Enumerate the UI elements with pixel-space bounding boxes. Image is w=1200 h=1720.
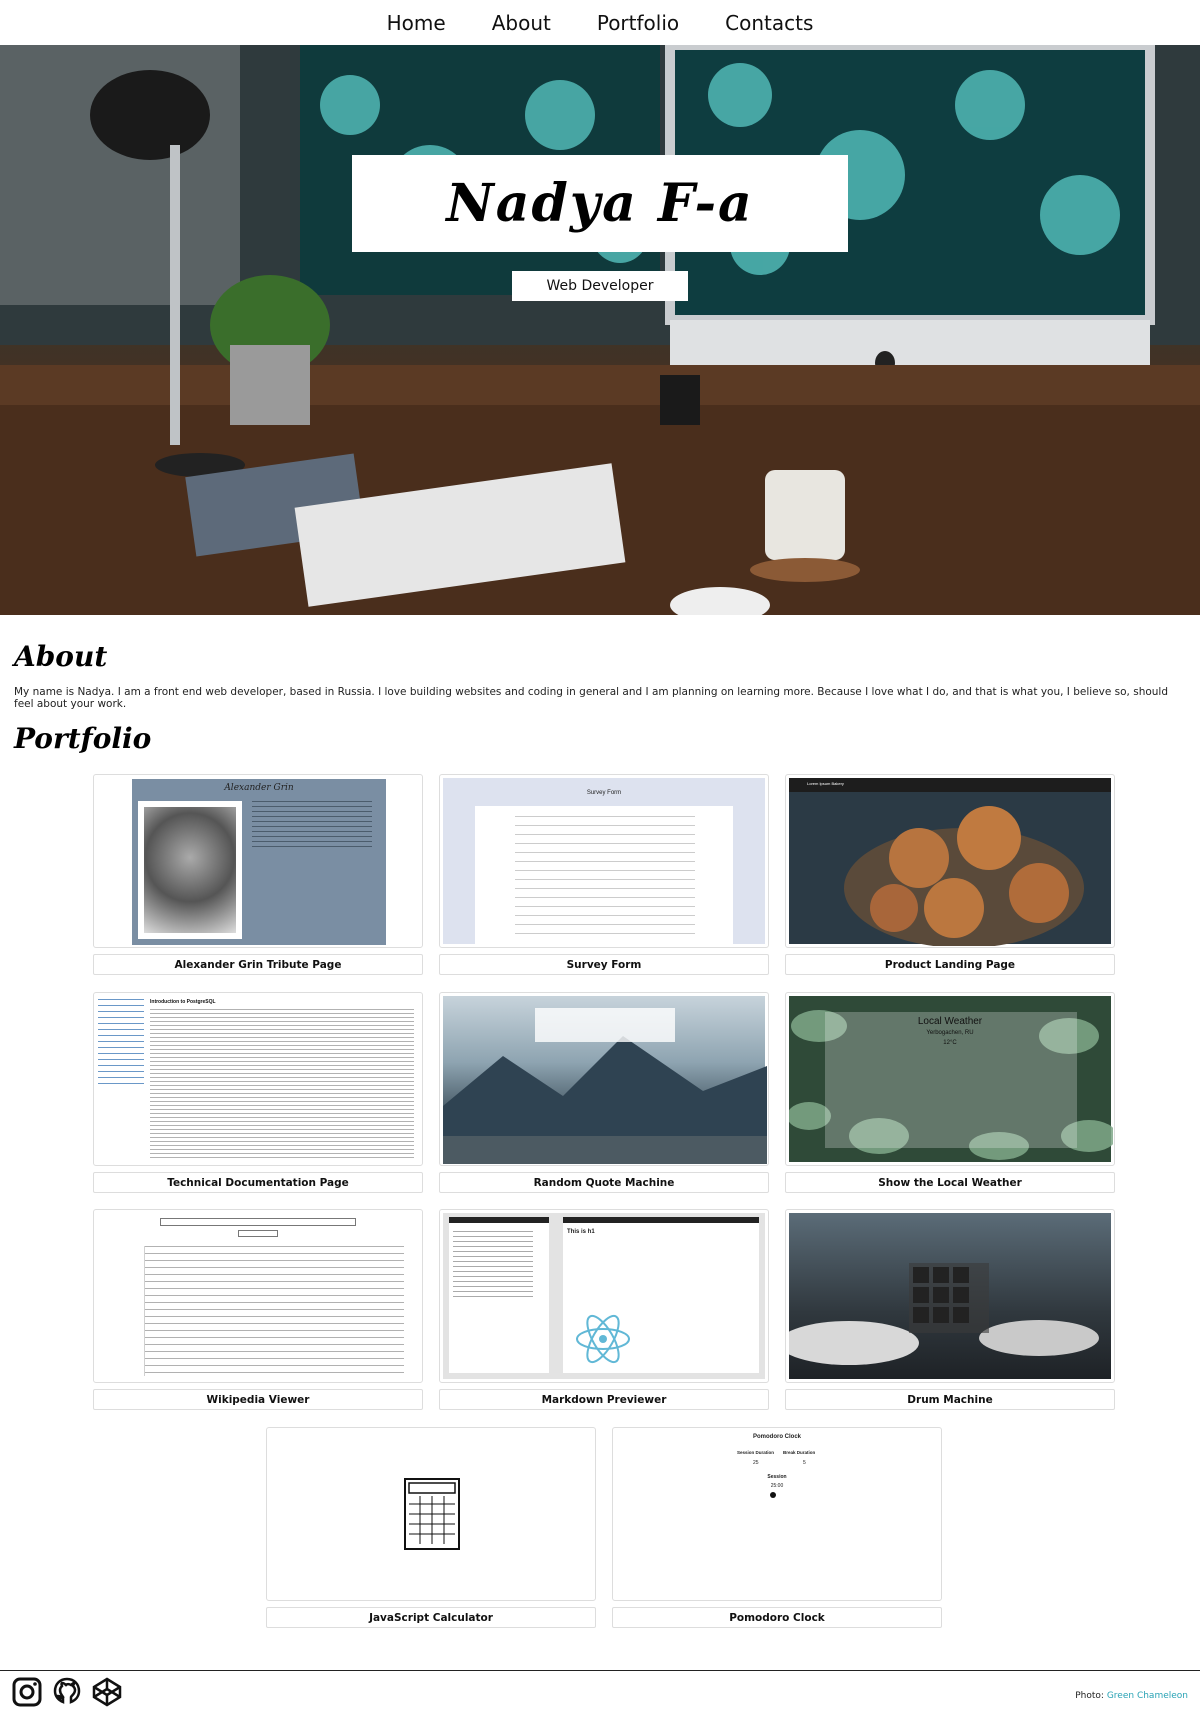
docs-thumb-title: Introduction to PostgreSQL <box>150 999 216 1005</box>
survey-thumbnail-bg: Survey Form <box>443 778 765 946</box>
project-thumbnail[interactable]: Lorem Ipsum Bakery <box>785 774 1115 948</box>
photo-credit: Photo: Green Chameleon <box>1075 1691 1188 1701</box>
wiki-search-input <box>160 1218 356 1226</box>
markdown-thumbnail-bg: This is h1 <box>443 1213 765 1379</box>
project-label[interactable]: Drum Machine <box>785 1389 1115 1410</box>
nav-contacts-link[interactable]: Contacts <box>725 11 813 35</box>
project-thumbnail[interactable] <box>785 1209 1115 1383</box>
project-label[interactable]: Alexander Grin Tribute Page <box>93 954 423 975</box>
pomodoro-mode: Session <box>767 1474 787 1480</box>
project-card-wiki[interactable]: Wikipedia Viewer <box>93 1209 423 1410</box>
project-card-drum[interactable]: Drum Machine <box>785 1209 1115 1410</box>
about-text: My name is Nadya. I am a front end web d… <box>14 686 1169 710</box>
grin-thumbnail-bg: Alexander Grin <box>132 779 386 945</box>
pomodoro-session-label: Session Duration <box>737 1450 775 1455</box>
project-card-weather[interactable]: Local Weather Yerbogachen, RU 12°C Show … <box>785 992 1115 1193</box>
project-thumbnail[interactable]: Survey Form <box>439 774 769 948</box>
grin-thumb-title: Alexander Grin <box>224 783 294 793</box>
cookies-image <box>844 806 1084 946</box>
hero-name: Nadya F-a <box>446 173 754 234</box>
portfolio-heading: Portfolio <box>14 722 152 755</box>
weather-city: Yerbogachen, RU <box>926 1030 974 1036</box>
markdown-thumb-title: This is h1 <box>567 1229 595 1235</box>
credit-link[interactable]: Green Chameleon <box>1107 1691 1188 1701</box>
pomodoro-break-label: Break Duration <box>783 1450 816 1455</box>
github-icon[interactable] <box>52 1677 82 1707</box>
project-label[interactable]: Product Landing Page <box>785 954 1115 975</box>
grin-portrait-image <box>138 801 242 939</box>
project-label[interactable]: Show the Local Weather <box>785 1172 1115 1193</box>
project-thumbnail[interactable]: Introduction to PostgreSQL <box>93 992 423 1166</box>
project-label[interactable]: Markdown Previewer <box>439 1389 769 1410</box>
hero-background-image <box>0 45 1200 615</box>
hero-title-box: Nadya F-a <box>352 155 848 252</box>
survey-form-panel <box>475 806 733 946</box>
docs-sidebar <box>98 999 144 1089</box>
react-logo-icon <box>576 1314 630 1364</box>
instagram-icon[interactable] <box>12 1677 42 1707</box>
pomodoro-time: 25:00 <box>770 1483 784 1489</box>
nav-about-link[interactable]: About <box>492 11 551 35</box>
hero-banner: Nadya F-a Web Developer <box>0 45 1200 615</box>
wiki-results-list <box>144 1246 404 1376</box>
project-card-pomodoro[interactable]: Pomodoro Clock Session Duration Break Du… <box>612 1427 942 1628</box>
project-card-docs[interactable]: Introduction to PostgreSQL Technical Doc… <box>93 992 423 1193</box>
project-thumbnail[interactable]: Pomodoro Clock Session Duration Break Du… <box>612 1427 942 1601</box>
codepen-icon[interactable] <box>92 1677 122 1707</box>
project-label[interactable]: Random Quote Machine <box>439 1172 769 1193</box>
pomodoro-play-icon <box>770 1492 776 1498</box>
calculator-icon <box>404 1478 460 1550</box>
weather-temp: 12°C <box>943 1040 957 1046</box>
project-thumbnail[interactable] <box>439 992 769 1166</box>
project-label[interactable]: Pomodoro Clock <box>612 1607 942 1628</box>
markdown-editor-pane <box>449 1217 549 1373</box>
landing-thumbnail-bg: Lorem Ipsum Bakery <box>789 778 1111 946</box>
hero-subtitle-box: Web Developer <box>512 271 688 301</box>
project-card-calculator[interactable]: JavaScript Calculator <box>266 1427 596 1628</box>
drum-thumbnail-bg <box>789 1213 1111 1379</box>
footer: Photo: Green Chameleon <box>0 1670 1200 1720</box>
social-icons <box>12 1677 122 1707</box>
project-label[interactable]: Technical Documentation Page <box>93 1172 423 1193</box>
docs-text-block <box>150 1009 414 1159</box>
project-thumbnail[interactable] <box>266 1427 596 1601</box>
drum-pad-grid <box>913 1267 969 1323</box>
about-heading: About <box>14 640 108 673</box>
pomodoro-thumb-title: Pomodoro Clock <box>752 1434 801 1440</box>
project-card-survey[interactable]: Survey Form Survey Form <box>439 774 769 975</box>
quote-thumbnail-bg <box>443 996 767 1164</box>
markdown-preview-pane: This is h1 <box>563 1217 759 1373</box>
weather-thumbnail-bg: Local Weather Yerbogachen, RU 12°C <box>789 996 1113 1162</box>
nav-home-link[interactable]: Home <box>387 11 446 35</box>
weather-thumb-title: Local Weather <box>917 1016 983 1027</box>
project-label[interactable]: JavaScript Calculator <box>266 1607 596 1628</box>
survey-thumb-title: Survey Form <box>586 790 622 796</box>
hero-role: Web Developer <box>546 278 654 294</box>
project-card-grin[interactable]: Alexander Grin Alexander Grin Tribute Pa… <box>93 774 423 975</box>
project-thumbnail[interactable]: This is h1 <box>439 1209 769 1383</box>
pomodoro-break-value: 5 <box>803 1460 806 1466</box>
project-card-landing[interactable]: Lorem Ipsum Bakery Product Landing Page <box>785 774 1115 975</box>
credit-prefix: Photo: <box>1075 1691 1104 1701</box>
project-thumbnail[interactable] <box>93 1209 423 1383</box>
quote-box <box>535 1008 675 1042</box>
project-card-markdown[interactable]: This is h1 Markdown Previewer <box>439 1209 769 1410</box>
pomodoro-session-value: 25 <box>753 1460 759 1466</box>
wiki-random-button <box>238 1230 278 1237</box>
project-thumbnail[interactable]: Alexander Grin <box>93 774 423 948</box>
top-nav: Home About Portfolio Contacts <box>0 0 1200 45</box>
project-label[interactable]: Wikipedia Viewer <box>93 1389 423 1410</box>
nav-portfolio-link[interactable]: Portfolio <box>597 11 679 35</box>
project-label[interactable]: Survey Form <box>439 954 769 975</box>
project-card-quote[interactable]: Random Quote Machine <box>439 992 769 1193</box>
grin-text-block <box>252 801 372 851</box>
project-thumbnail[interactable]: Local Weather Yerbogachen, RU 12°C <box>785 992 1115 1166</box>
